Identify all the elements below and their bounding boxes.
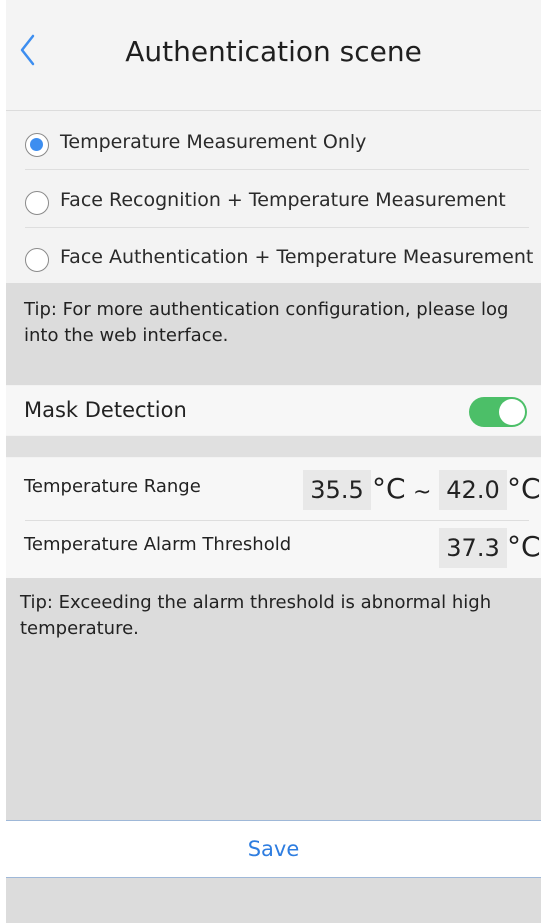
temperature-max-input[interactable]: 42.0 xyxy=(439,470,507,510)
section-spacer xyxy=(6,436,541,457)
divider xyxy=(25,169,529,170)
authentication-scene-screen: Authentication scene Temperature Measure… xyxy=(6,0,541,923)
radio-unselected[interactable] xyxy=(25,248,49,272)
alarm-threshold-tip: Tip: Exceeding the alarm threshold is ab… xyxy=(6,578,541,820)
mode-option-label: Temperature Measurement Only xyxy=(60,131,367,153)
mask-detection-label: Mask Detection xyxy=(24,398,187,422)
authentication-tip: Tip: For more authentication configurati… xyxy=(6,283,541,385)
toggle-knob xyxy=(499,399,525,425)
mode-option-face-recognition[interactable]: Face Recognition + Temperature Measureme… xyxy=(6,172,541,229)
page-title: Authentication scene xyxy=(125,35,422,68)
range-separator: ~ xyxy=(413,480,432,505)
bottom-area xyxy=(6,878,541,923)
temperature-settings: Temperature Range 35.5 °C ~ 42.0 °C Temp… xyxy=(6,458,541,578)
temperature-alarm-input[interactable]: 37.3 xyxy=(439,528,507,568)
mode-option-temperature-only[interactable]: Temperature Measurement Only xyxy=(6,115,541,172)
mask-detection-toggle[interactable] xyxy=(469,397,527,427)
radio-selected[interactable] xyxy=(25,133,49,157)
mode-option-label: Face Recognition + Temperature Measureme… xyxy=(60,189,506,211)
temperature-range-label: Temperature Range xyxy=(24,476,201,497)
tip-line: into the web interface. xyxy=(24,325,229,346)
save-button[interactable]: Save xyxy=(6,820,541,878)
unit-celsius: °C xyxy=(372,472,406,505)
tip-line: Tip: For more authentication configurati… xyxy=(24,299,509,320)
temperature-alarm-label: Temperature Alarm Threshold xyxy=(24,534,292,555)
mode-option-face-authentication[interactable]: Face Authentication + Temperature Measur… xyxy=(6,229,541,286)
divider xyxy=(25,227,529,228)
unit-celsius: °C xyxy=(507,530,541,563)
divider xyxy=(25,520,529,521)
tip-line: Tip: Exceeding the alarm threshold is ab… xyxy=(20,592,492,613)
tip-line: temperature. xyxy=(20,618,139,639)
mask-detection-row: Mask Detection xyxy=(6,386,541,435)
temperature-min-input[interactable]: 35.5 xyxy=(303,470,371,510)
radio-unselected[interactable] xyxy=(25,191,49,215)
unit-celsius: °C xyxy=(507,472,541,505)
header-bar: Authentication scene xyxy=(6,0,541,111)
mode-option-label: Face Authentication + Temperature Measur… xyxy=(60,246,534,268)
